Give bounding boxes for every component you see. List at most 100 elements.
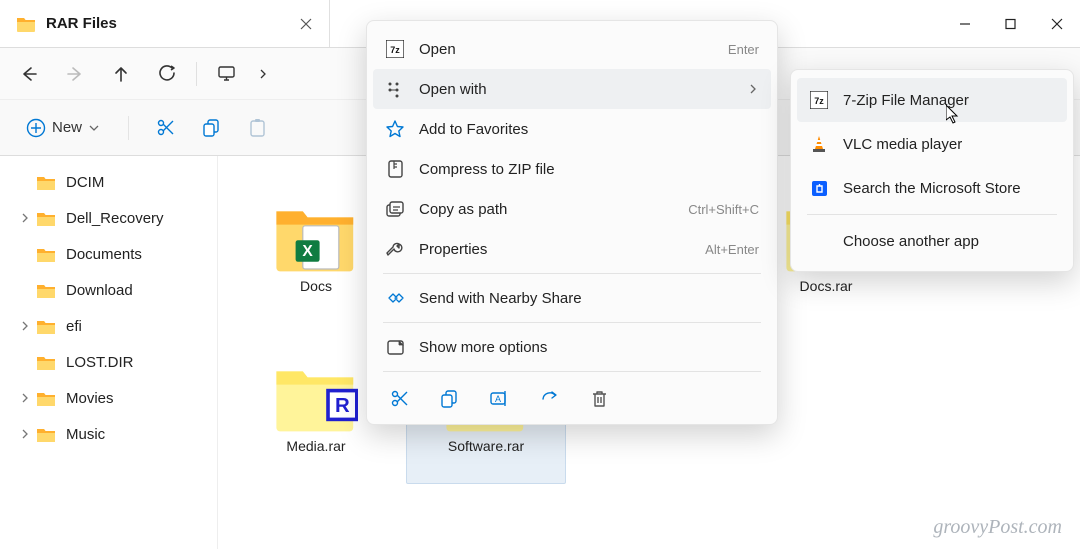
vlc-icon <box>809 134 829 154</box>
ctx-copy-path[interactable]: Copy as path Ctrl+Shift+C <box>373 189 771 229</box>
file-label: Software.rar <box>448 438 524 454</box>
file-label: Docs.rar <box>800 278 853 294</box>
ctx-label: Copy as path <box>419 201 674 218</box>
ctx-icon-row <box>373 376 771 416</box>
ctx-nearby-share[interactable]: Send with Nearby Share <box>373 278 771 318</box>
tab[interactable]: RAR Files <box>0 0 330 47</box>
nearby-icon <box>385 288 405 308</box>
cut-button[interactable] <box>387 388 411 408</box>
tree-item-music[interactable]: Music <box>0 416 217 452</box>
folder-icon <box>36 282 56 298</box>
window-controls <box>942 0 1080 48</box>
tree-label: Movies <box>66 390 114 407</box>
folder-icon <box>36 318 56 334</box>
folder-icon <box>16 15 36 32</box>
file-label: Docs <box>300 278 332 294</box>
ctx-open[interactable]: Open Enter <box>373 29 771 69</box>
blank-icon <box>809 231 829 251</box>
ctx-label: Show more options <box>419 339 759 356</box>
tree-item-download[interactable]: Download <box>0 272 217 308</box>
tree-item-lost-dir[interactable]: LOST.DIR <box>0 344 217 380</box>
chevron-right-icon[interactable] <box>18 319 32 333</box>
share-button[interactable] <box>537 388 561 408</box>
ctx-compress[interactable]: Compress to ZIP file <box>373 149 771 189</box>
tab-title: RAR Files <box>46 15 289 32</box>
open-with-icon <box>385 79 405 99</box>
refresh-button[interactable] <box>146 56 188 92</box>
openwith-label: VLC media player <box>843 136 1055 153</box>
ctx-shortcut: Ctrl+Shift+C <box>688 202 759 217</box>
folder-tree: DCIM Dell_Recovery Documents Download ef… <box>0 156 218 549</box>
tree-label: DCIM <box>66 174 104 191</box>
copy-button[interactable] <box>191 110 231 146</box>
tree-label: Dell_Recovery <box>66 210 164 227</box>
ctx-favorites[interactable]: Add to Favorites <box>373 109 771 149</box>
tree-label: Documents <box>66 246 142 263</box>
zip-icon <box>385 159 405 179</box>
separator <box>383 273 761 274</box>
file-label: Media.rar <box>286 438 345 454</box>
separator <box>807 214 1057 215</box>
ctx-shortcut: Alt+Enter <box>705 242 759 257</box>
tree-item-dell-recovery[interactable]: Dell_Recovery <box>0 200 217 236</box>
forward-button[interactable] <box>54 56 96 92</box>
cut-button[interactable] <box>145 110 185 146</box>
tree-label: LOST.DIR <box>66 354 134 371</box>
new-label: New <box>52 119 82 136</box>
folder-icon <box>36 390 56 406</box>
star-icon <box>385 119 405 139</box>
folder-icon <box>274 204 358 274</box>
ctx-shortcut: Enter <box>728 42 759 57</box>
chevron-right-icon[interactable] <box>18 211 32 225</box>
folder-icon <box>36 246 56 262</box>
folder-icon <box>36 174 56 190</box>
tree-item-documents[interactable]: Documents <box>0 236 217 272</box>
ctx-label: Properties <box>419 241 691 258</box>
tree-item-efi[interactable]: efi <box>0 308 217 344</box>
openwith-label: Search the Microsoft Store <box>843 180 1055 197</box>
maximize-button[interactable] <box>988 0 1034 48</box>
ctx-properties[interactable]: Properties Alt+Enter <box>373 229 771 269</box>
tree-item-movies[interactable]: Movies <box>0 380 217 416</box>
tree-item-dcim[interactable]: DCIM <box>0 164 217 200</box>
chevron-right-icon <box>747 83 759 95</box>
openwith-store[interactable]: Search the Microsoft Store <box>797 166 1067 210</box>
ctx-label: Compress to ZIP file <box>419 161 759 178</box>
copy-path-icon <box>385 199 405 219</box>
folder-icon <box>36 426 56 442</box>
copy-button[interactable] <box>437 388 461 408</box>
address-pc-icon[interactable] <box>205 56 247 92</box>
paste-button[interactable] <box>237 110 277 146</box>
sevenzip-icon <box>809 90 829 110</box>
context-menu: Open Enter Open with Add to Favorites Co… <box>366 20 778 425</box>
ctx-label: Add to Favorites <box>419 121 759 138</box>
sevenzip-icon <box>385 39 405 59</box>
up-button[interactable] <box>100 56 142 92</box>
separator <box>383 371 761 372</box>
openwith-vlc[interactable]: VLC media player <box>797 122 1067 166</box>
ctx-label: Open with <box>419 81 733 98</box>
new-button[interactable]: New <box>14 112 112 144</box>
ctx-label: Open <box>419 41 714 58</box>
ctx-open-with[interactable]: Open with <box>373 69 771 109</box>
chevron-right-icon[interactable] <box>18 427 32 441</box>
openwith-label: Choose another app <box>843 233 1055 250</box>
tab-close-button[interactable] <box>299 17 313 31</box>
openwith-another[interactable]: Choose another app <box>797 219 1067 263</box>
address-chevron-icon[interactable] <box>251 56 275 92</box>
store-icon <box>809 178 829 198</box>
delete-button[interactable] <box>587 388 611 408</box>
openwith-7zip[interactable]: 7-Zip File Manager <box>797 78 1067 122</box>
plus-icon <box>26 118 46 138</box>
more-icon <box>385 337 405 357</box>
chevron-right-icon[interactable] <box>18 391 32 405</box>
ctx-more-options[interactable]: Show more options <box>373 327 771 367</box>
tree-label: Music <box>66 426 105 443</box>
rename-button[interactable] <box>487 388 511 408</box>
watermark: groovyPost.com <box>933 516 1062 539</box>
close-button[interactable] <box>1034 0 1080 48</box>
folder-icon <box>36 210 56 226</box>
tree-label: Download <box>66 282 133 299</box>
back-button[interactable] <box>8 56 50 92</box>
minimize-button[interactable] <box>942 0 988 48</box>
